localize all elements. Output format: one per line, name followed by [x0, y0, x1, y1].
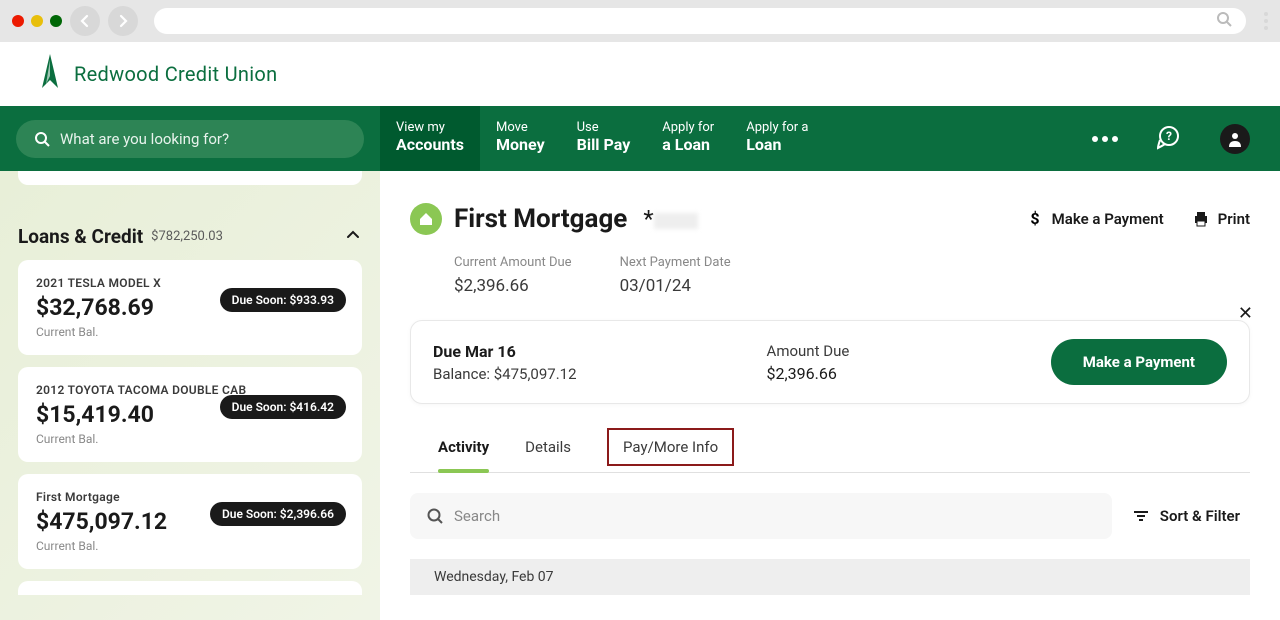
account-card-tacoma[interactable]: 2012 TOYOTA TACOMA DOUBLE CAB $15,419.40… [18, 367, 362, 462]
account-mask: * [643, 205, 697, 233]
search-icon [1216, 11, 1232, 31]
page-title: First Mortgage [454, 204, 627, 234]
account-card-tesla[interactable]: 2021 TESLA MODEL X $32,768.69 Current Ba… [18, 260, 362, 355]
nav-apply-loan-1[interactable]: Apply for a Loan [646, 106, 730, 171]
section-title: Loans & Credit [18, 225, 143, 248]
due-soon-badge: Due Soon: $933.93 [220, 288, 346, 312]
accounts-sidebar: Loans & Credit $782,250.03 2021 TESLA MO… [0, 171, 380, 620]
partial-card-top [18, 171, 362, 185]
summary-row: Current Amount Due $2,396.66 Next Paymen… [410, 255, 1250, 296]
browser-back-button[interactable] [70, 6, 100, 36]
more-menu-button[interactable] [1092, 136, 1118, 142]
browser-forward-button[interactable] [108, 6, 138, 36]
search-icon [426, 507, 444, 525]
brand-name: Redwood Credit Union [74, 62, 277, 86]
next-payment-date: Next Payment Date 03/01/24 [620, 255, 731, 296]
user-avatar[interactable] [1220, 124, 1250, 154]
transaction-date-header: Wednesday, Feb 07 [410, 559, 1250, 595]
maximize-window-button[interactable] [50, 15, 62, 27]
filter-icon [1132, 507, 1150, 525]
due-soon-badge: Due Soon: $2,396.66 [210, 502, 346, 526]
main-content: First Mortgage * $ Make a Payment Print … [380, 171, 1280, 620]
url-bar[interactable] [154, 8, 1246, 34]
minimize-window-button[interactable] [31, 15, 43, 27]
transactions-search-input[interactable]: Search [410, 493, 1112, 539]
nav-bill-pay[interactable]: Use Bill Pay [561, 106, 647, 171]
tab-details[interactable]: Details [525, 438, 571, 472]
search-placeholder: What are you looking for? [60, 130, 229, 148]
help-icon[interactable]: ? [1156, 124, 1182, 154]
nav-apply-loan-2[interactable]: Apply for a Loan [730, 106, 824, 171]
due-soon-badge: Due Soon: $416.42 [220, 395, 346, 419]
content-tabs: Activity Details Pay/More Info [410, 438, 1250, 473]
chevron-up-icon [344, 226, 362, 248]
global-search-input[interactable]: What are you looking for? [16, 120, 364, 158]
make-payment-link[interactable]: $ Make a Payment [1026, 210, 1164, 228]
browser-chrome [0, 0, 1280, 42]
svg-text:?: ? [1166, 129, 1172, 143]
home-icon [410, 203, 442, 235]
partial-card-bottom [18, 581, 362, 595]
brand-logo-icon [36, 54, 64, 94]
tab-pay-more-info[interactable]: Pay/More Info [607, 428, 734, 466]
logo-bar: Redwood Credit Union [0, 42, 1280, 106]
sidebar-section-header[interactable]: Loans & Credit $782,250.03 [18, 203, 362, 260]
payment-alert-card: ✕ Due Mar 16 Balance: $475,097.12 Amount… [410, 320, 1250, 404]
dollar-icon: $ [1026, 210, 1044, 228]
current-amount-due: Current Amount Due $2,396.66 [454, 255, 572, 296]
content-header: First Mortgage * $ Make a Payment Print [410, 203, 1250, 235]
filter-row: Search Sort & Filter [410, 493, 1250, 539]
browser-menu-button[interactable] [1264, 12, 1268, 30]
sort-filter-button[interactable]: Sort & Filter [1132, 507, 1250, 525]
due-date-label: Due Mar 16 [433, 342, 577, 361]
svg-text:$: $ [1030, 210, 1039, 228]
balance-label: Balance: $475,097.12 [433, 365, 577, 383]
account-card-mortgage[interactable]: First Mortgage $475,097.12 Current Bal. … [18, 474, 362, 569]
top-nav: What are you looking for? View my Accoun… [0, 106, 1280, 171]
window-controls [12, 15, 62, 27]
close-window-button[interactable] [12, 15, 24, 27]
nav-accounts[interactable]: View my Accounts [380, 106, 480, 171]
print-link[interactable]: Print [1192, 210, 1250, 228]
search-icon [34, 131, 50, 147]
close-icon[interactable]: ✕ [1238, 303, 1253, 324]
section-total: $782,250.03 [151, 229, 223, 244]
nav-move-money[interactable]: Move Money [480, 106, 561, 171]
tab-activity[interactable]: Activity [438, 438, 489, 472]
make-payment-button[interactable]: Make a Payment [1051, 339, 1227, 385]
print-icon [1192, 210, 1210, 228]
